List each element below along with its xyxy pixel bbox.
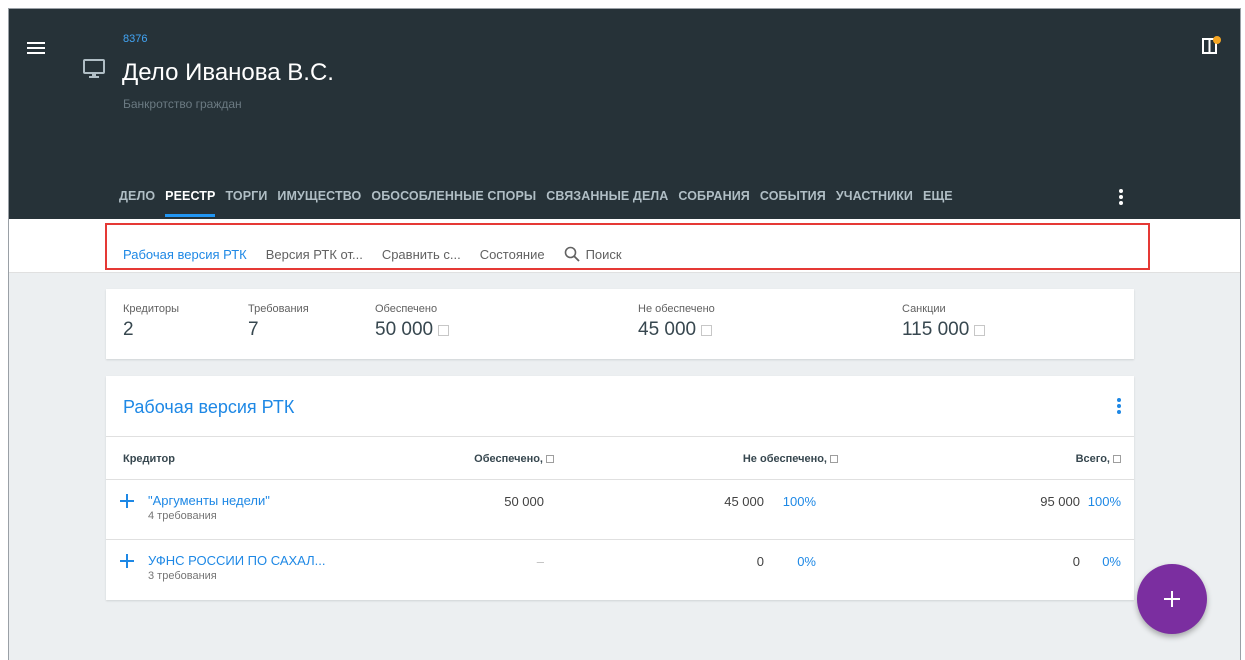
column-secured[interactable]: Обеспечено, xyxy=(474,453,554,465)
creditor-name[interactable]: УФНС РОССИИ ПО САХАЛ... xyxy=(148,553,326,568)
stat-secured: Обеспечено 50 000 xyxy=(375,303,450,341)
total-amount: 95 000 xyxy=(1040,494,1080,509)
registry-subnav-bar: Рабочая версия РТК Версия РТК от... Срав… xyxy=(9,219,1240,273)
currency-icon xyxy=(830,455,838,463)
tab-separate-disputes[interactable]: ОБОСОБЛЕННЫЕ СПОРЫ xyxy=(366,184,541,219)
stat-creditors: Кредиторы 2 xyxy=(123,303,179,341)
stat-value-row: 45 000 xyxy=(638,319,715,341)
search-placeholder: Поиск xyxy=(585,246,622,262)
search-icon xyxy=(564,246,580,262)
expand-plus-icon[interactable] xyxy=(120,554,134,568)
add-fab-button[interactable] xyxy=(1137,564,1207,634)
subnav-working-version[interactable]: Рабочая версия РТК xyxy=(123,247,247,262)
stat-label: Требования xyxy=(248,303,309,315)
expand-plus-icon[interactable] xyxy=(120,494,134,508)
case-type-subtitle: Банкротство граждан xyxy=(123,97,242,111)
subnav-version-from[interactable]: Версия РТК от... xyxy=(266,247,363,262)
stat-value-row: 50 000 xyxy=(375,319,450,341)
claims-count: 3 требования xyxy=(148,570,217,582)
tab-imushchestvo[interactable]: ИМУЩЕСТВО xyxy=(272,184,366,219)
registry-title: Рабочая версия РТК xyxy=(123,397,295,417)
total-percent: 100% xyxy=(1087,494,1121,509)
hamburger-menu-icon[interactable] xyxy=(27,39,49,59)
stat-claims: Требования 7 xyxy=(248,303,309,341)
total-amount: 0 xyxy=(1072,554,1080,569)
tab-events[interactable]: СОБЫТИЯ xyxy=(755,184,831,219)
unsecured-percent: 100% xyxy=(782,494,816,509)
table-row[interactable]: УФНС РОССИИ ПО САХАЛ... 3 требования – 0… xyxy=(106,540,1134,600)
table-row[interactable]: "Аргументы недели" 4 требования 50 000 4… xyxy=(106,480,1134,540)
monitor-icon xyxy=(83,59,105,84)
case-id[interactable]: 8376 xyxy=(123,33,147,45)
tab-participants[interactable]: УЧАСТНИКИ xyxy=(831,184,918,219)
column-unsecured[interactable]: Не обеспечено, xyxy=(743,453,838,465)
currency-icon xyxy=(974,324,986,336)
tab-related-cases[interactable]: СВЯЗАННЫЕ ДЕЛА xyxy=(541,184,673,219)
column-total[interactable]: Всего, xyxy=(1076,453,1121,465)
subnav-compare-with[interactable]: Сравнить с... xyxy=(382,247,461,262)
tab-meetings[interactable]: СОБРАНИЯ xyxy=(673,184,755,219)
app-frame: 8376 Дело Иванова В.С. Банкротство гражд… xyxy=(8,8,1241,660)
currency-icon xyxy=(546,455,554,463)
unsecured-amount: 0 xyxy=(756,554,764,569)
stat-value: 115 000 xyxy=(902,319,970,340)
secured-amount: – xyxy=(536,554,544,569)
secured-amount: 50 000 xyxy=(504,494,544,509)
stat-label: Санкции xyxy=(902,303,946,315)
column-creditor[interactable]: Кредитор xyxy=(123,453,175,465)
more-vert-icon[interactable] xyxy=(1116,187,1126,207)
stat-value: 2 xyxy=(123,319,134,340)
unsecured-percent: 0% xyxy=(797,554,816,569)
creditor-name[interactable]: "Аргументы недели" xyxy=(148,493,270,508)
table-header: Кредитор Обеспечено, Не обеспечено, Всег… xyxy=(106,436,1134,480)
registry-table-card: Рабочая версия РТК Кредитор Обеспечено, … xyxy=(106,376,1134,600)
stat-value: 45 000 xyxy=(638,319,697,340)
stat-label: Кредиторы xyxy=(123,303,180,315)
column-label: Всего, xyxy=(1075,453,1110,465)
more-vert-icon[interactable] xyxy=(1114,396,1124,416)
stat-label: Обеспечено xyxy=(375,303,438,315)
claims-count: 4 требования xyxy=(148,510,217,522)
currency-icon xyxy=(1113,455,1121,463)
subnav-state[interactable]: Состояние xyxy=(480,247,545,262)
notification-panel-icon[interactable] xyxy=(1202,35,1222,60)
currency-icon xyxy=(701,324,713,336)
page-title: Дело Иванова В.С. xyxy=(122,59,334,86)
stat-value-row: 115 000 xyxy=(902,319,986,341)
tab-torgi[interactable]: ТОРГИ xyxy=(220,184,272,219)
registry-summary-card: Кредиторы 2 Требования 7 Обеспечено 50 0… xyxy=(106,289,1134,359)
column-label: Не обеспечено, xyxy=(742,453,827,465)
column-label: Кредитор xyxy=(123,453,175,465)
unsecured-amount: 45 000 xyxy=(724,494,764,509)
tab-more[interactable]: ЕЩЕ xyxy=(918,184,958,219)
stat-label: Не обеспечено xyxy=(638,303,715,315)
case-tabs: ДЕЛО РЕЕСТР ТОРГИ ИМУЩЕСТВО ОБОСОБЛЕННЫЕ… xyxy=(114,184,958,219)
stat-value: 50 000 xyxy=(375,319,434,340)
case-header: 8376 Дело Иванова В.С. Банкротство гражд… xyxy=(9,9,1240,219)
total-percent: 0% xyxy=(1102,554,1121,569)
stat-value: 7 xyxy=(248,319,259,340)
registry-subnav: Рабочая версия РТК Версия РТК от... Срав… xyxy=(123,246,622,262)
search-input[interactable]: Поиск xyxy=(564,246,622,262)
stat-unsecured: Не обеспечено 45 000 xyxy=(638,303,715,341)
currency-icon xyxy=(438,324,450,336)
tab-reestr[interactable]: РЕЕСТР xyxy=(160,184,220,219)
tab-delo[interactable]: ДЕЛО xyxy=(114,184,160,219)
column-label: Обеспечено, xyxy=(474,453,543,465)
stat-sanctions: Санкции 115 000 xyxy=(902,303,986,341)
